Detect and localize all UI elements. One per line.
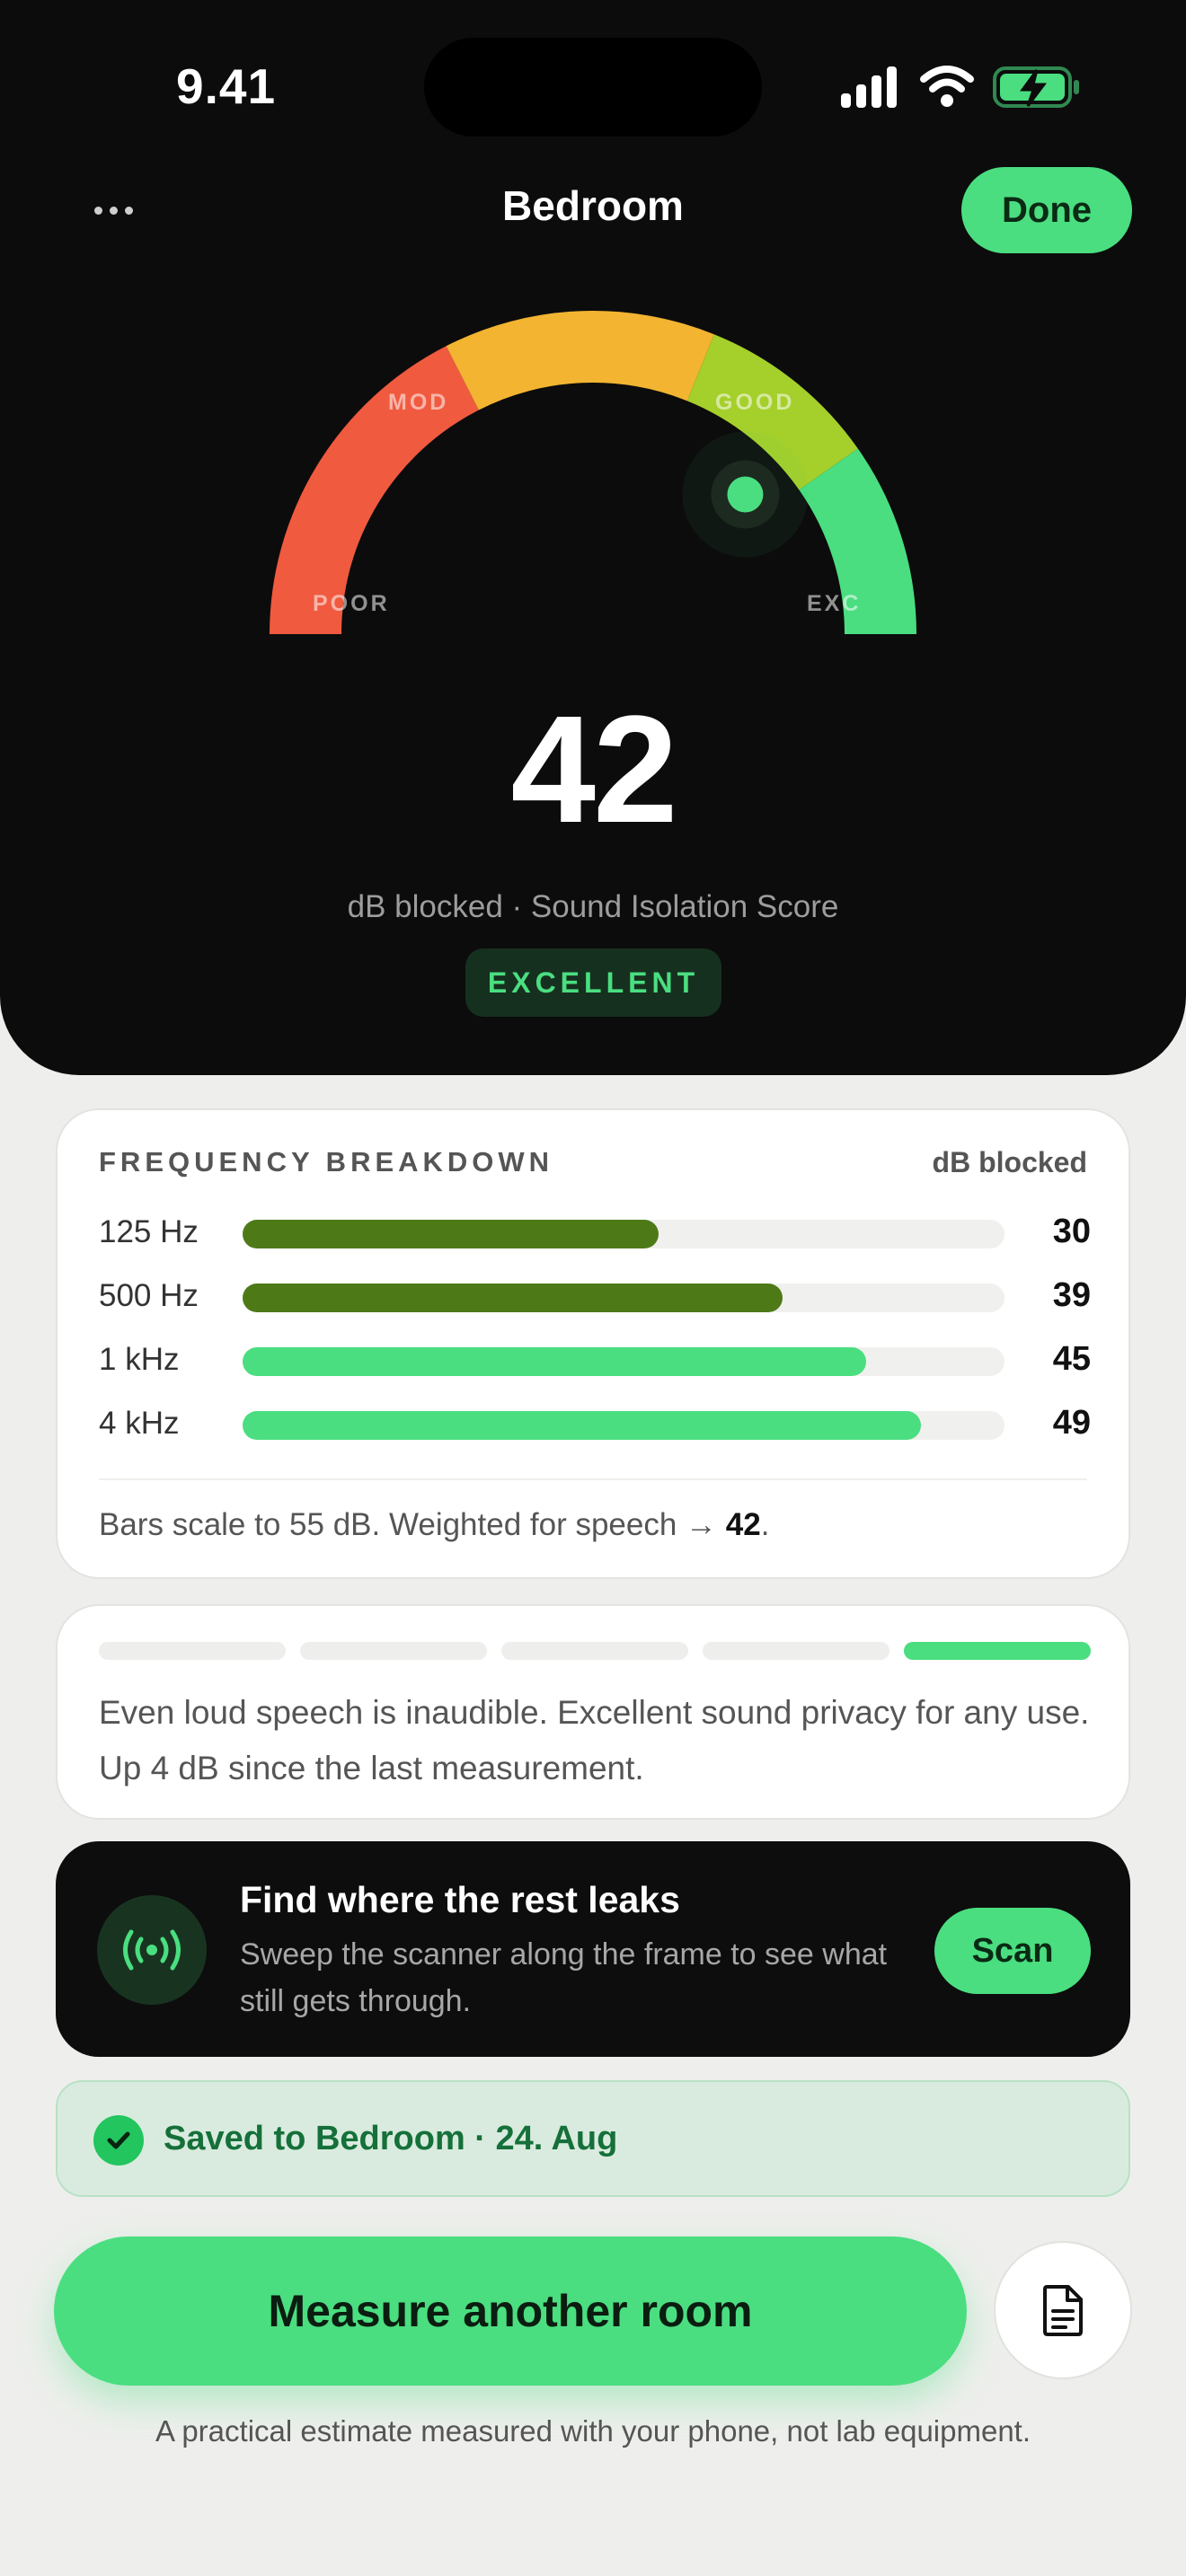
- rating-segment: [300, 1642, 487, 1660]
- frequency-bar-track: [243, 1411, 1005, 1440]
- frequency-note-suffix: .: [760, 1507, 770, 1542]
- frequency-bar-track: [243, 1220, 1005, 1248]
- frequency-bar-fill: [243, 1411, 922, 1440]
- disclaimer: A practical estimate measured with your …: [155, 2414, 1031, 2448]
- rating-badge: EXCELLENT: [465, 948, 721, 1017]
- gauge-label-exc: EXC: [807, 591, 862, 616]
- gauge-label-good: GOOD: [715, 390, 795, 415]
- verdict-text: Even loud speech is inaudible. Excellent…: [99, 1694, 1090, 1786]
- score-subtitle: dB blocked · Sound Isolation Score: [347, 889, 839, 924]
- frequency-bar-fill: [243, 1284, 783, 1312]
- scan-button[interactable]: Scan: [934, 1908, 1091, 1994]
- checkmark-icon: [93, 2115, 144, 2166]
- frequency-value: 39: [1052, 1276, 1091, 1314]
- score-header: 9.41 Bedroom Done POOR MOD GOOD EXC 42 d…: [0, 0, 1186, 1075]
- frequency-label: 4 kHz: [99, 1406, 180, 1441]
- rating-segment: [703, 1642, 890, 1660]
- frequency-label: 1 kHz: [99, 1342, 180, 1377]
- rating-segment: [501, 1642, 688, 1660]
- frequency-bar-track: [243, 1284, 1005, 1312]
- measure-another-room-button[interactable]: Measure another room: [54, 2236, 967, 2386]
- frequency-bar-track: [243, 1347, 1005, 1376]
- gauge-indicator: [682, 431, 809, 558]
- saved-text: Saved to Bedroom · 24. Aug: [164, 2120, 618, 2157]
- gauge-segment-mod: [446, 311, 714, 410]
- rating-segment: [904, 1642, 1091, 1660]
- frequency-value: 49: [1052, 1404, 1091, 1442]
- frequency-label: 500 Hz: [99, 1278, 199, 1313]
- frequency-note-text: Bars scale to 55 dB. Weighted for speech…: [99, 1507, 726, 1542]
- frequency-bar-fill: [243, 1347, 866, 1376]
- frequency-row: 500 Hz 39: [99, 1275, 1091, 1319]
- scan-title: Find where the rest leaks: [240, 1879, 680, 1920]
- broadcast-icon: [97, 1895, 207, 2005]
- frequency-bar-fill: [243, 1220, 659, 1248]
- gauge-label-poor: POOR: [313, 591, 390, 616]
- frequency-row: 4 kHz 49: [99, 1402, 1091, 1447]
- leak-scan-card: Find where the rest leaks Sweep the scan…: [56, 1841, 1130, 2057]
- frequency-note-value: 42: [725, 1507, 761, 1542]
- isolation-gauge: [270, 311, 916, 634]
- divider: [99, 1478, 1087, 1480]
- frequency-title: FREQUENCY BREAKDOWN: [99, 1146, 554, 1178]
- gauge-label-mod: MOD: [388, 390, 449, 415]
- saved-banner: Saved to Bedroom · 24. Aug: [56, 2080, 1130, 2197]
- frequency-unit: dB blocked: [932, 1146, 1087, 1178]
- report-button[interactable]: [994, 2241, 1132, 2379]
- isolation-score: 42: [510, 684, 677, 855]
- frequency-note: Bars scale to 55 dB. Weighted for speech…: [99, 1507, 769, 1543]
- frequency-breakdown-card: FREQUENCY BREAKDOWN dB blocked 125 Hz 30…: [56, 1108, 1130, 1579]
- frequency-value: 30: [1052, 1213, 1091, 1250]
- document-icon: [1043, 2285, 1083, 2336]
- frequency-value: 45: [1052, 1340, 1091, 1378]
- verdict-card: Even loud speech is inaudible. Excellent…: [56, 1604, 1130, 1820]
- frequency-row: 1 kHz 45: [99, 1338, 1091, 1383]
- frequency-row: 125 Hz 30: [99, 1211, 1091, 1256]
- rating-segment: [99, 1642, 286, 1660]
- scan-description: Sweep the scanner along the frame to see…: [240, 1937, 888, 2018]
- frequency-label: 125 Hz: [99, 1214, 199, 1249]
- rating-segments: [99, 1642, 1091, 1662]
